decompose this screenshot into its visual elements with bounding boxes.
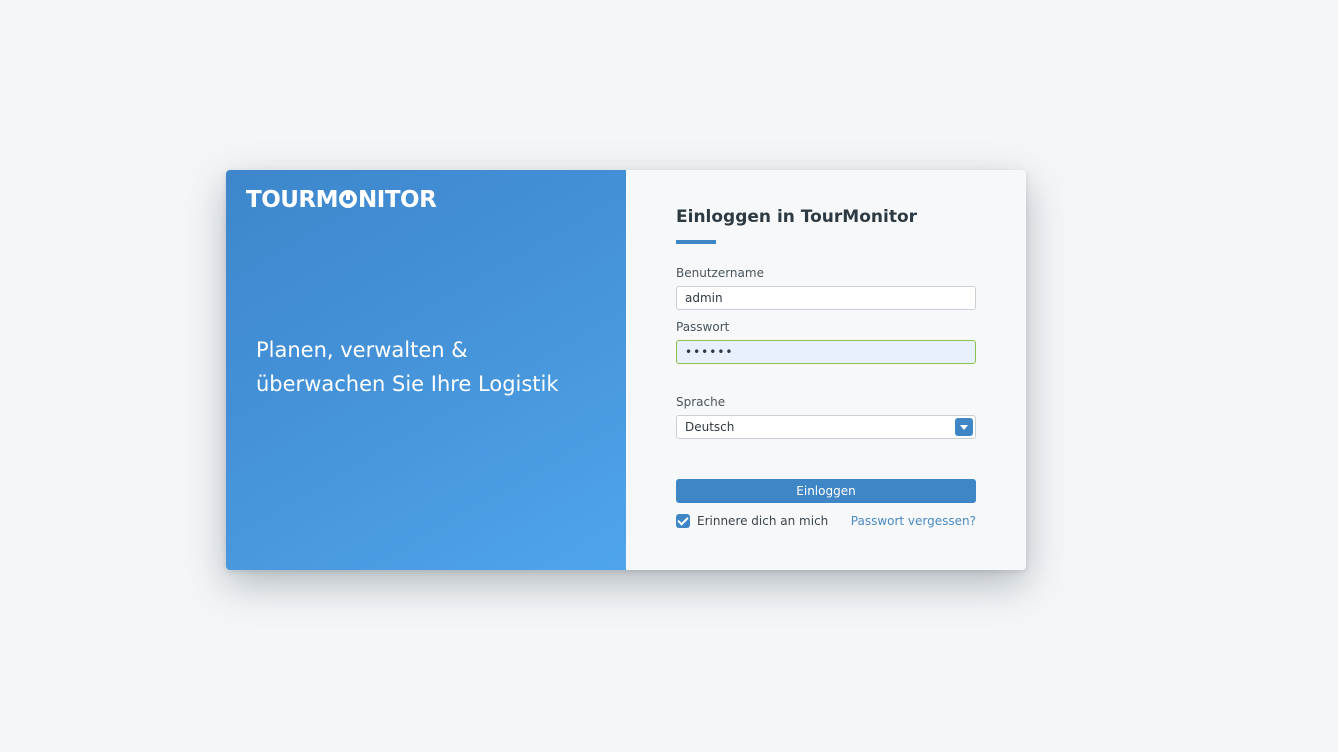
language-selected-value: Deutsch	[685, 420, 735, 434]
tourmonitor-logo: TOURM NITOR	[246, 187, 437, 213]
forgot-password-link[interactable]: Passwort vergessen?	[851, 514, 976, 528]
language-select[interactable]: Deutsch	[676, 415, 976, 439]
remember-label[interactable]: Erinnere dich an mich	[697, 514, 828, 528]
logo-o-icon	[339, 190, 358, 208]
remember-me[interactable]: Erinnere dich an mich	[676, 514, 828, 528]
remember-checkbox[interactable]	[676, 514, 690, 528]
tagline: Planen, verwalten & überwachen Sie Ihre …	[256, 338, 559, 396]
login-card: TOURM NITOR Planen, verwalten & überwache…	[226, 170, 1026, 570]
login-button[interactable]: Einloggen	[676, 479, 976, 503]
language-label: Sprache	[676, 395, 726, 409]
login-form-panel: Einloggen in TourMonitor Benutzername ad…	[626, 170, 1026, 570]
password-label: Passwort	[676, 320, 730, 334]
form-footer: Erinnere dich an mich Passwort vergessen…	[676, 514, 976, 528]
brand-panel: TOURM NITOR Planen, verwalten & überwache…	[226, 170, 626, 570]
username-label: Benutzername	[676, 266, 764, 280]
title-underline	[676, 240, 716, 244]
page-title: Einloggen in TourMonitor	[676, 207, 918, 227]
chevron-down-icon[interactable]	[955, 418, 973, 436]
login-form: Einloggen in TourMonitor Benutzername ad…	[676, 206, 976, 528]
username-input[interactable]: admin	[676, 286, 976, 310]
password-input[interactable]: ••••••	[676, 340, 976, 364]
